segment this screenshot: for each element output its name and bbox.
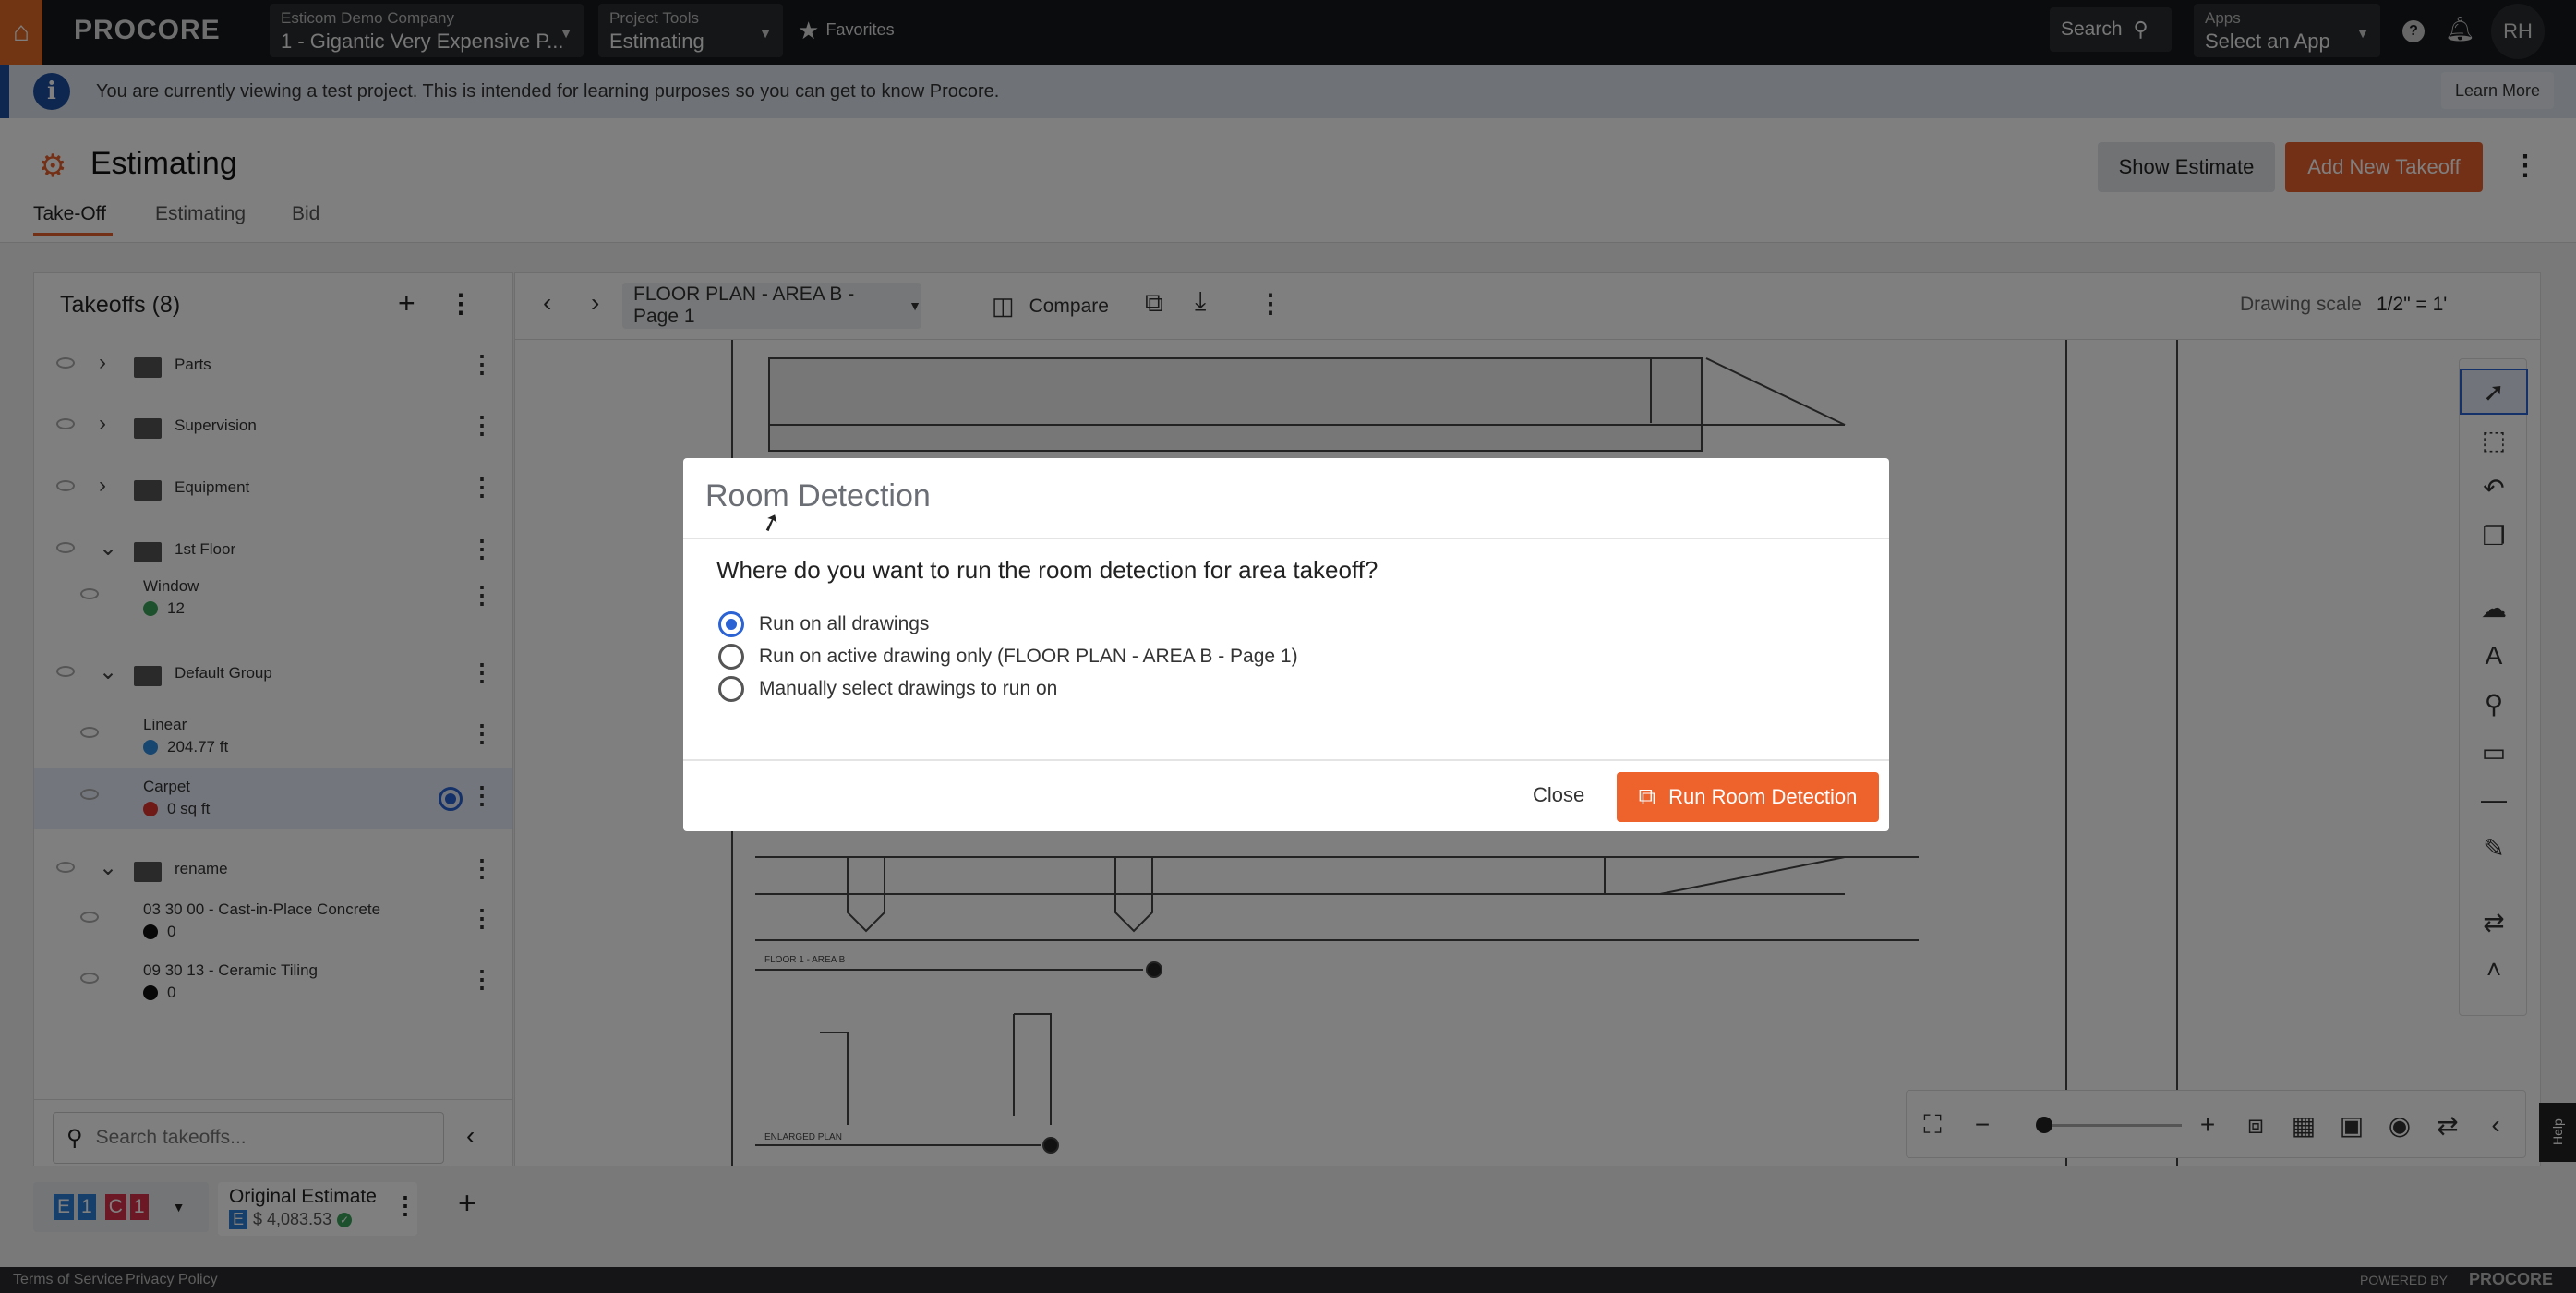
radio-all-drawings[interactable]	[718, 611, 744, 637]
radio-label[interactable]: Run on all drawings	[759, 613, 929, 635]
run-label: Run Room Detection	[1668, 785, 1858, 808]
add-copy-icon: ⧉	[1638, 782, 1656, 810]
radio-active-drawing[interactable]	[718, 644, 744, 670]
dialog-question: Where do you want to run the room detect…	[716, 556, 1378, 584]
dialog-title: Room Detection	[705, 478, 931, 514]
radio-manual-select[interactable]	[718, 676, 744, 702]
divider	[683, 759, 1889, 761]
divider	[683, 538, 1889, 539]
radio-label[interactable]: Manually select drawings to run on	[759, 678, 1057, 700]
run-room-detection-button[interactable]: ⧉ Run Room Detection	[1617, 772, 1879, 822]
radio-label[interactable]: Run on active drawing only (FLOOR PLAN -…	[759, 646, 1298, 668]
room-detection-dialog: Room Detection Where do you want to run …	[683, 458, 1889, 831]
close-button[interactable]: Close	[1533, 783, 1584, 807]
